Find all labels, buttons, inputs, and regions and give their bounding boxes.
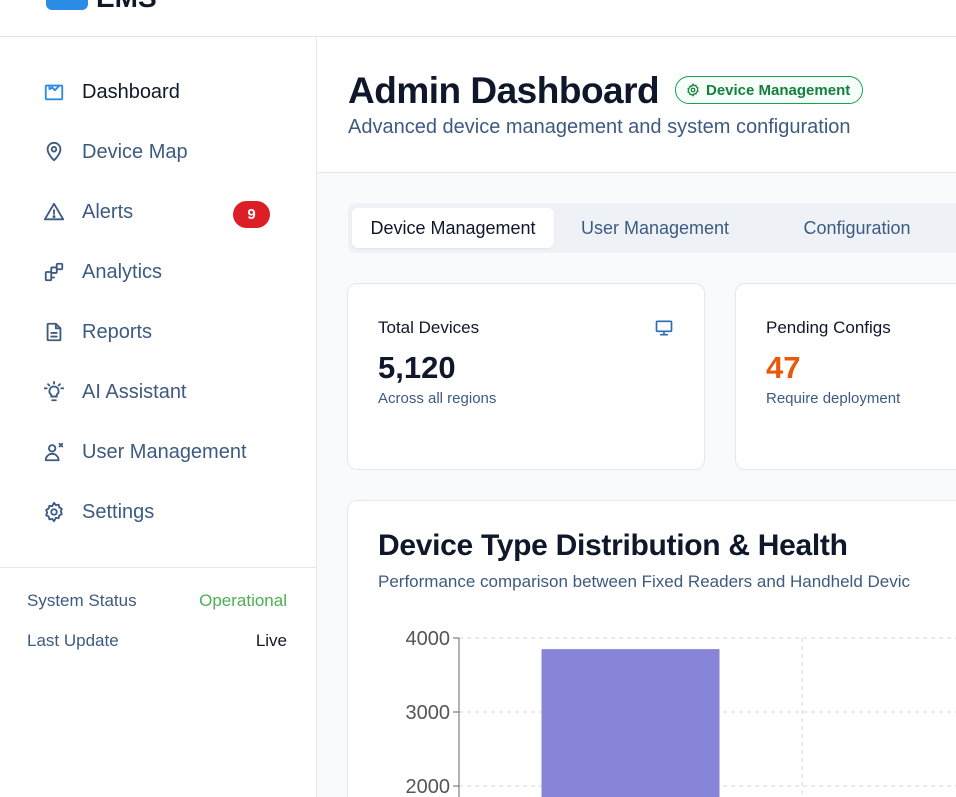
sidebar-item-label: Reports (82, 320, 153, 343)
tab-device-management[interactable]: Device Management (352, 208, 554, 248)
sidebar-item-label: User Management (82, 440, 247, 463)
page-subtitle: Advanced device management and system co… (348, 116, 851, 138)
status-value: Live (255, 631, 287, 650)
sidebar-item-label: AI Assistant (82, 380, 187, 403)
main-content: Device Management User Management Config… (317, 173, 956, 797)
logo-icon (46, 0, 88, 10)
monitor-icon (655, 320, 673, 336)
sidebar-item-dashboard[interactable]: Dashboard (28, 70, 288, 114)
alerts-count-badge: 9 (233, 201, 270, 228)
alert-triangle-icon (41, 199, 67, 225)
gear-icon (687, 83, 699, 97)
analytics-icon (41, 259, 67, 285)
page-title: Admin Dashboard (348, 70, 660, 111)
y-tick-label: 4000 (406, 628, 451, 650)
status-value: Operational (199, 591, 287, 610)
sidebar: Dashboard Device Map Alerts 9 Analytics … (0, 37, 317, 797)
y-tick-label: 2000 (406, 776, 451, 797)
sidebar-item-label: Device Map (82, 140, 188, 163)
top-header: EMS (0, 0, 956, 37)
stat-card-pending-configs: Pending Configs 47 Require deployment (735, 283, 956, 470)
sidebar-item-analytics[interactable]: Analytics (28, 250, 288, 294)
status-key: Last Update (27, 631, 119, 650)
sidebar-item-label: Settings (82, 500, 155, 523)
sidebar-item-user-management[interactable]: User Management (28, 430, 288, 474)
stat-note: Across all regions (378, 390, 497, 407)
tab-configuration[interactable]: Configuration (772, 208, 942, 248)
device-type-chart: 4000 3000 2000 (406, 628, 956, 797)
sidebar-item-alerts[interactable]: Alerts 9 (28, 190, 288, 234)
stat-title: Pending Configs (766, 318, 891, 337)
chart-card: Device Type Distribution & Health Perfor… (347, 500, 956, 797)
sidebar-item-label: Analytics (82, 260, 163, 283)
sidebar-item-device-map[interactable]: Device Map (28, 130, 288, 174)
y-tick-label: 3000 (406, 702, 451, 724)
user-cog-icon (41, 439, 67, 465)
sidebar-item-settings[interactable]: Settings (28, 490, 288, 534)
status-key: System Status (27, 591, 137, 610)
sidebar-item-reports[interactable]: Reports (28, 310, 288, 354)
stat-card-total-devices: Total Devices 5,120 Across all regions (347, 283, 705, 470)
dashboard-icon (41, 79, 67, 105)
chart-bar (541, 649, 720, 797)
badge-label: Device Management (706, 81, 851, 99)
file-text-icon (41, 319, 67, 345)
tab-user-management[interactable]: User Management (562, 208, 748, 248)
sidebar-item-label: Alerts (82, 200, 134, 223)
stat-value: 47 (766, 350, 801, 385)
device-management-badge: Device Management (675, 76, 864, 104)
stat-note: Require deployment (766, 390, 901, 407)
sidebar-divider (0, 567, 316, 568)
page-header: Admin Dashboard Device Management Advanc… (317, 37, 956, 173)
stat-value: 5,120 (378, 350, 456, 385)
sidebar-item-ai-assistant[interactable]: AI Assistant (28, 370, 288, 414)
lightbulb-icon (41, 379, 67, 405)
gear-icon (41, 499, 67, 525)
last-update-row: Last Update Live (27, 631, 287, 651)
stat-title: Total Devices (378, 318, 480, 337)
map-pin-icon (41, 139, 67, 165)
logo-text: EMS (96, 0, 157, 12)
tab-list: Device Management User Management Config… (348, 203, 956, 253)
system-status-row: System Status Operational (27, 591, 287, 611)
sidebar-item-label: Dashboard (82, 80, 180, 103)
